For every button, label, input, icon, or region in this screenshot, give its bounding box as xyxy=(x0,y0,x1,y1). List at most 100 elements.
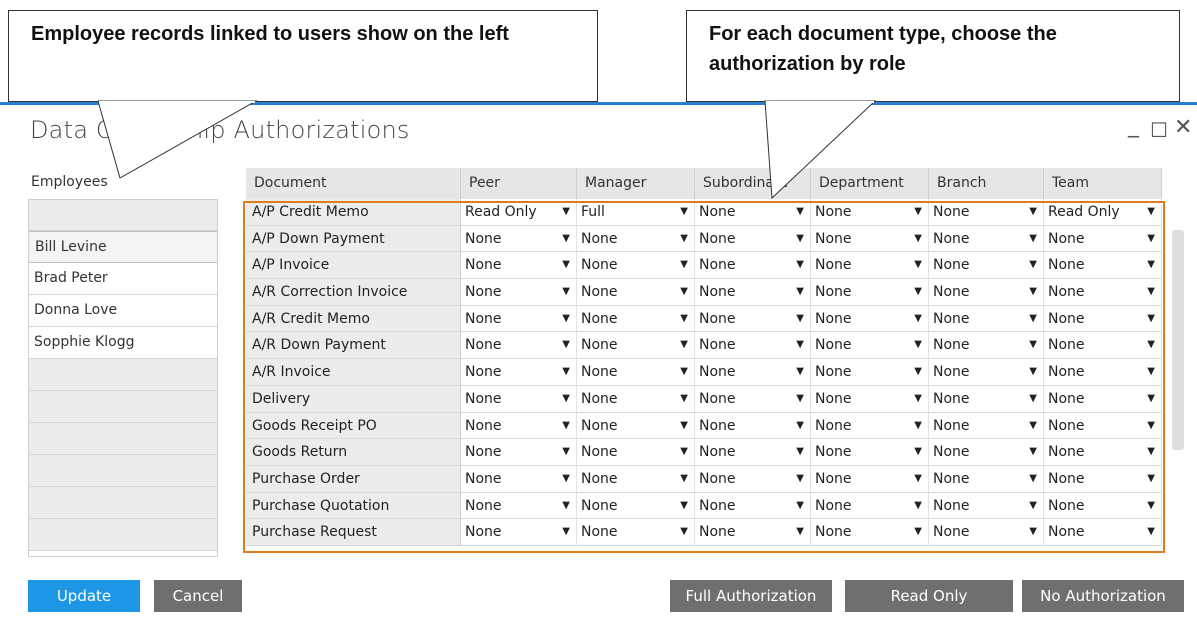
dropdown-arrow-icon[interactable]: ▼ xyxy=(914,332,922,358)
dropdown-arrow-icon[interactable]: ▼ xyxy=(562,493,570,519)
dropdown-arrow-icon[interactable]: ▼ xyxy=(1029,413,1037,439)
team-authorization-select[interactable]: None ▼ xyxy=(1044,225,1162,253)
update-button[interactable]: Update xyxy=(28,580,140,612)
dropdown-arrow-icon[interactable]: ▼ xyxy=(1147,439,1155,465)
document-name[interactable]: A/R Correction Invoice xyxy=(246,279,461,306)
manager-authorization-select[interactable]: None ▼ xyxy=(577,385,695,413)
dropdown-arrow-icon[interactable]: ▼ xyxy=(680,466,688,492)
document-name[interactable]: Purchase Request xyxy=(246,519,461,546)
subordinate-authorization-select[interactable]: None ▼ xyxy=(695,252,811,280)
dropdown-arrow-icon[interactable]: ▼ xyxy=(680,519,688,545)
dropdown-arrow-icon[interactable]: ▼ xyxy=(680,493,688,519)
dropdown-arrow-icon[interactable]: ▼ xyxy=(796,306,804,332)
dropdown-arrow-icon[interactable]: ▼ xyxy=(796,439,804,465)
column-header-department[interactable]: Department xyxy=(811,168,929,199)
dropdown-arrow-icon[interactable]: ▼ xyxy=(1147,519,1155,545)
subordinate-authorization-select[interactable]: None ▼ xyxy=(695,519,811,546)
peer-authorization-select[interactable]: None ▼ xyxy=(461,519,577,546)
dropdown-arrow-icon[interactable]: ▼ xyxy=(680,439,688,465)
document-name[interactable]: Goods Return xyxy=(246,439,461,466)
dropdown-arrow-icon[interactable]: ▼ xyxy=(1029,279,1037,305)
subordinate-authorization-select[interactable]: None ▼ xyxy=(695,465,811,493)
column-header-branch[interactable]: Branch xyxy=(929,168,1044,199)
team-authorization-select[interactable]: None ▼ xyxy=(1044,252,1162,280)
team-authorization-select[interactable]: None ▼ xyxy=(1044,332,1162,360)
dropdown-arrow-icon[interactable]: ▼ xyxy=(1029,439,1037,465)
branch-authorization-select[interactable]: None ▼ xyxy=(929,412,1044,440)
dropdown-arrow-icon[interactable]: ▼ xyxy=(914,386,922,412)
dropdown-arrow-icon[interactable]: ▼ xyxy=(796,519,804,545)
peer-authorization-select[interactable]: None ▼ xyxy=(461,252,577,280)
branch-authorization-select[interactable]: None ▼ xyxy=(929,225,1044,253)
peer-authorization-select[interactable]: None ▼ xyxy=(461,359,577,386)
manager-authorization-select[interactable]: None ▼ xyxy=(577,332,695,360)
dropdown-arrow-icon[interactable]: ▼ xyxy=(1147,199,1155,225)
branch-authorization-select[interactable]: None ▼ xyxy=(929,492,1044,520)
dropdown-arrow-icon[interactable]: ▼ xyxy=(680,359,688,385)
document-name[interactable]: Purchase Quotation xyxy=(246,492,461,520)
peer-authorization-select[interactable]: None ▼ xyxy=(461,385,577,413)
dropdown-arrow-icon[interactable]: ▼ xyxy=(796,413,804,439)
grid-scrollbar[interactable] xyxy=(1172,230,1184,450)
team-authorization-select[interactable]: None ▼ xyxy=(1044,465,1162,493)
dropdown-arrow-icon[interactable]: ▼ xyxy=(562,199,570,225)
manager-authorization-select[interactable]: None ▼ xyxy=(577,465,695,493)
department-authorization-select[interactable]: None ▼ xyxy=(811,332,929,360)
document-name[interactable]: A/R Down Payment xyxy=(246,332,461,360)
employee-item[interactable]: Bill Levine xyxy=(28,231,218,263)
column-header-subordinate[interactable]: Subordinate xyxy=(695,168,811,199)
dropdown-arrow-icon[interactable]: ▼ xyxy=(1029,466,1037,492)
dropdown-arrow-icon[interactable]: ▼ xyxy=(1029,359,1037,385)
employee-item[interactable]: Brad Peter xyxy=(28,263,218,295)
dropdown-arrow-icon[interactable]: ▼ xyxy=(680,226,688,252)
branch-authorization-select[interactable]: None ▼ xyxy=(929,199,1044,226)
subordinate-authorization-select[interactable]: None ▼ xyxy=(695,279,811,306)
subordinate-authorization-select[interactable]: None ▼ xyxy=(695,359,811,386)
dropdown-arrow-icon[interactable]: ▼ xyxy=(796,199,804,225)
manager-authorization-select[interactable]: None ▼ xyxy=(577,492,695,520)
dropdown-arrow-icon[interactable]: ▼ xyxy=(1029,493,1037,519)
dropdown-arrow-icon[interactable]: ▼ xyxy=(914,466,922,492)
department-authorization-select[interactable]: None ▼ xyxy=(811,465,929,493)
dropdown-arrow-icon[interactable]: ▼ xyxy=(1147,226,1155,252)
dropdown-arrow-icon[interactable]: ▼ xyxy=(914,413,922,439)
dropdown-arrow-icon[interactable]: ▼ xyxy=(1147,386,1155,412)
peer-authorization-select[interactable]: None ▼ xyxy=(461,412,577,440)
dropdown-arrow-icon[interactable]: ▼ xyxy=(1029,306,1037,332)
dropdown-arrow-icon[interactable]: ▼ xyxy=(914,279,922,305)
column-header-team[interactable]: Team xyxy=(1044,168,1162,199)
column-header-manager[interactable]: Manager xyxy=(577,168,695,199)
subordinate-authorization-select[interactable]: None ▼ xyxy=(695,439,811,466)
document-name[interactable]: A/P Credit Memo xyxy=(246,199,461,226)
dropdown-arrow-icon[interactable]: ▼ xyxy=(796,252,804,278)
team-authorization-select[interactable]: None ▼ xyxy=(1044,279,1162,306)
read-only-button[interactable]: Read Only xyxy=(845,580,1013,612)
dropdown-arrow-icon[interactable]: ▼ xyxy=(680,199,688,225)
manager-authorization-select[interactable]: None ▼ xyxy=(577,519,695,546)
branch-authorization-select[interactable]: None ▼ xyxy=(929,332,1044,360)
document-name[interactable]: A/P Invoice xyxy=(246,252,461,280)
document-name[interactable]: Delivery xyxy=(246,385,461,413)
team-authorization-select[interactable]: None ▼ xyxy=(1044,385,1162,413)
dropdown-arrow-icon[interactable]: ▼ xyxy=(914,199,922,225)
minimize-icon[interactable]: _ xyxy=(1128,112,1139,140)
peer-authorization-select[interactable]: None ▼ xyxy=(461,332,577,360)
department-authorization-select[interactable]: None ▼ xyxy=(811,359,929,386)
dropdown-arrow-icon[interactable]: ▼ xyxy=(562,279,570,305)
subordinate-authorization-select[interactable]: None ▼ xyxy=(695,492,811,520)
department-authorization-select[interactable]: None ▼ xyxy=(811,279,929,306)
team-authorization-select[interactable]: None ▼ xyxy=(1044,519,1162,546)
manager-authorization-select[interactable]: None ▼ xyxy=(577,305,695,333)
subordinate-authorization-select[interactable]: None ▼ xyxy=(695,305,811,333)
peer-authorization-select[interactable]: None ▼ xyxy=(461,225,577,253)
peer-authorization-select[interactable]: None ▼ xyxy=(461,465,577,493)
dropdown-arrow-icon[interactable]: ▼ xyxy=(562,226,570,252)
dropdown-arrow-icon[interactable]: ▼ xyxy=(562,332,570,358)
team-authorization-select[interactable]: None ▼ xyxy=(1044,359,1162,386)
branch-authorization-select[interactable]: None ▼ xyxy=(929,279,1044,306)
dropdown-arrow-icon[interactable]: ▼ xyxy=(680,413,688,439)
manager-authorization-select[interactable]: None ▼ xyxy=(577,252,695,280)
employee-item[interactable]: Donna Love xyxy=(28,295,218,327)
dropdown-arrow-icon[interactable]: ▼ xyxy=(562,439,570,465)
employee-item[interactable]: Sopphie Klogg xyxy=(28,327,218,359)
